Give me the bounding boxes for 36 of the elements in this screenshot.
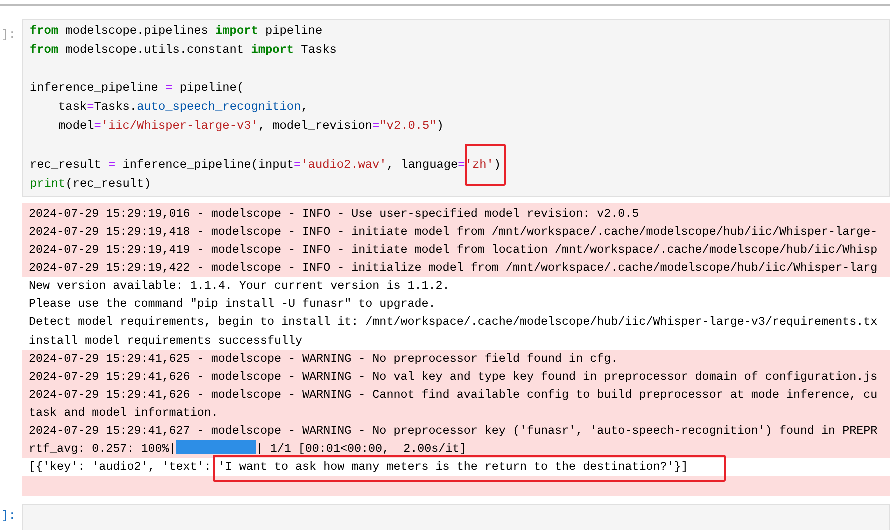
code-line: from modelscope.utils.constant import Tasks <box>30 43 337 58</box>
code-line: 'zh' <box>465 158 494 172</box>
code-line: print(rec_result) <box>30 176 152 191</box>
output-line: 2024-07-29 15:29:41,625 - modelscope - WARNING - No preprocessor field found in cfg. <box>29 352 618 366</box>
code-cell[interactable] <box>22 19 890 197</box>
output-line: | 1/1 [00:01<00:00, 2.00s/it] <box>256 442 467 456</box>
cell-prompt: ]: <box>0 28 17 42</box>
code-line: inference_pipeline = pipeline( <box>30 81 244 96</box>
output-line: Detect model requirements, begin to install it: /mnt/workspace/.cache/modelscope/hub/iic/Whisper-large-v3/requirements.tx <box>29 315 878 330</box>
code-line: task=Tasks.auto_speech_recognition, <box>58 100 308 114</box>
code-line: 'audio2.wav' <box>301 158 387 172</box>
output-line: 2024-07-29 15:29:19,422 - modelscope - INFO - initialize model from /mnt/workspace/.cache/modelscope/hub/iic/Whisper-larg <box>29 261 878 276</box>
output-line: 2024-07-29 15:29:41,627 - modelscope - WARNING - No preprocessor key ('funasr', 'auto-speech-recognition') found in PREPR <box>29 424 878 438</box>
output-line: task and model information. <box>29 406 218 420</box>
output-line: 2024-07-29 15:29:19,418 - modelscope - INFO - initiate model from /mnt/workspace/.cache/modelscope/hub/iic/Whisper-large- <box>29 224 878 239</box>
code-line: = <box>294 158 302 172</box>
code-line: ) <box>494 158 501 172</box>
output-line: [{'key': 'audio2', 'text': <box>29 460 212 474</box>
code-line: rec_result <box>30 158 102 172</box>
cell-prompt: ]: <box>0 509 17 524</box>
output-line: 2024-07-29 15:29:19,419 - modelscope - INFO - initiate model from location /mnt/workspace/.cache/modelscope/hub/iic/Whisp <box>29 243 878 258</box>
output-line: 2024-07-29 15:29:41,626 - modelscope - WARNING - Cannot find available config to build preprocessor at mode inference, cu <box>29 388 878 402</box>
code-line: inference_pipeline(input <box>122 158 294 172</box>
output-line: New version available: 1.1.4. Your current version is 1.1.2. <box>29 279 450 294</box>
code-line: from modelscope.pipelines import pipeline <box>30 24 323 38</box>
code-line: = <box>108 158 116 172</box>
output-line: install model requirements successfully <box>29 334 303 348</box>
code-line: model='iic/Whisper-large-v3', model_revision="v2.0.5") <box>58 119 444 134</box>
output-line: 'I want to ask how many meters is the return to the destination?'}] <box>218 460 688 474</box>
output-line: rtf_avg: 0.257: 100%| <box>29 442 176 456</box>
output-line: 2024-07-29 15:29:19,016 - modelscope - INFO - Use user-specified model revision: v2.0.5 <box>29 206 640 221</box>
code-cell[interactable] <box>22 504 890 530</box>
output-line: Please use the command "pip install -U funasr" to upgrade. <box>29 297 436 312</box>
code-line: , language <box>386 158 458 172</box>
code-line: = <box>458 158 466 172</box>
output-line: 2024-07-29 15:29:41,626 - modelscope - WARNING - No val key and type key found in preprocessor domain of configuration.js <box>29 370 878 384</box>
